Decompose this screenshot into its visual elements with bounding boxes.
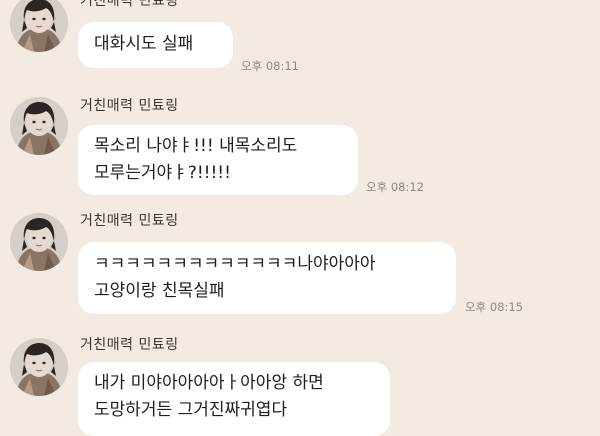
avatar[interactable]: [10, 0, 68, 52]
profile-photo-icon: [10, 213, 68, 271]
avatar[interactable]: [10, 338, 68, 396]
avatar[interactable]: [10, 97, 68, 155]
avatar[interactable]: [10, 213, 68, 271]
message-text-line: 모루는거야ㅑ?!!!!!: [94, 163, 231, 183]
message-timestamp: 오후 08:11: [241, 59, 299, 73]
message-bubble[interactable]: ㅋㅋㅋㅋㅋㅋㅋㅋㅋㅋㅋㅋㅋ나야아아아 고양이랑 친목실패: [78, 242, 456, 314]
profile-photo-icon: [10, 0, 68, 52]
message-text-line: 목소리 나야ㅑ!!! 내목소리도: [94, 136, 298, 156]
message-timestamp: 오후 08:12: [366, 180, 424, 194]
sender-name: 거친매력 민툐링: [80, 337, 179, 353]
profile-photo-icon: [10, 97, 68, 155]
message-text-line: 내가 미야아아아아ㅏ아아앙 하면: [94, 373, 324, 393]
sender-name: 거친매력 민툐링: [80, 98, 179, 114]
message-timestamp: 오후 08:15: [465, 300, 523, 314]
message-text-line: ㅋㅋㅋㅋㅋㅋㅋㅋㅋㅋㅋㅋㅋ나야아아아: [94, 254, 376, 274]
chat-view[interactable]: 거친매력 민툐링 대화시도 실패 오후 08:11 거친매력 민툐링 목소리 나…: [0, 0, 600, 436]
sender-name: 거친매력 민툐링: [80, 0, 179, 9]
message-bubble[interactable]: 대화시도 실패: [78, 22, 233, 68]
sender-name: 거친매력 민툐링: [80, 213, 179, 229]
profile-photo-icon: [10, 338, 68, 396]
message-text: 대화시도 실패: [94, 34, 194, 54]
message-text-line: 고양이랑 친목실패: [94, 281, 225, 301]
message-bubble[interactable]: 목소리 나야ㅑ!!! 내목소리도 모루는거야ㅑ?!!!!!: [78, 125, 358, 195]
message-text-line: 도망하거든 그거진짜귀엽다: [94, 400, 288, 420]
